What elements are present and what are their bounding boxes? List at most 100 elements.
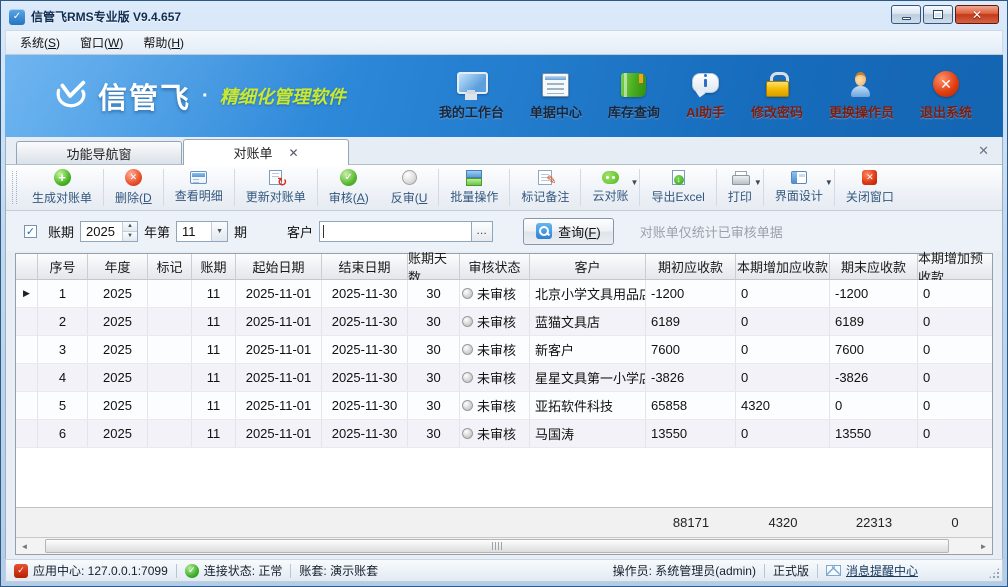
close-button[interactable] — [955, 5, 999, 24]
account-set-status: 账套: 演示账套 — [299, 562, 378, 579]
tab-close-icon[interactable] — [288, 147, 298, 159]
header-customer[interactable]: 客户 — [530, 254, 646, 279]
nav-label: 单据中心 — [530, 102, 582, 121]
header-end-receivable[interactable]: 期末应收款 — [830, 254, 918, 279]
nav-document-center[interactable]: 单据中心 — [517, 69, 595, 125]
header-mark[interactable]: 标记 — [148, 254, 192, 279]
cell-audit-status: 未审核 — [460, 364, 530, 391]
window-title: 信管飞RMS专业版 V9.4.657 — [31, 8, 181, 25]
table-row[interactable]: 4 2025 11 2025-11-01 2025-11-30 30 未审核 星… — [16, 364, 992, 392]
spin-up-icon[interactable]: ▲ — [123, 222, 137, 231]
menu-system[interactable]: 系统(S) — [10, 30, 70, 55]
year-spinner[interactable]: 2025 ▲▼ — [80, 221, 138, 242]
maximize-icon — [933, 10, 943, 19]
generate-statement-button[interactable]: 生成对账单 — [21, 165, 103, 210]
cloud-reconcile-button[interactable]: 云对账 ▼ — [581, 165, 639, 210]
nav-ai-assistant[interactable]: AI助手 — [673, 69, 738, 125]
cell-start-date: 2025-11-01 — [236, 364, 322, 391]
maximize-button[interactable] — [923, 5, 953, 24]
cell-mark — [148, 336, 192, 363]
status-separator — [290, 564, 291, 578]
tab-statement[interactable]: 对账单 — [183, 139, 349, 165]
row-selector-cell[interactable] — [16, 364, 38, 391]
header-seq[interactable]: 序号 — [38, 254, 88, 279]
delete-button[interactable]: 删除(D — [104, 165, 163, 210]
minimize-button[interactable] — [891, 5, 921, 24]
scroll-right-icon[interactable]: ► — [975, 538, 992, 554]
cell-start-date: 2025-11-01 — [236, 280, 322, 307]
unaudited-ball-icon — [462, 288, 473, 299]
cell-increase-prereceive: 0 — [918, 364, 992, 391]
dropdown-arrow-icon[interactable]: ▼ — [631, 178, 639, 187]
mark-remark-button[interactable]: 标记备注 — [510, 165, 580, 210]
header-increase-prereceive[interactable]: 本期增加预收款 — [918, 254, 992, 279]
header-begin-receivable[interactable]: 期初应收款 — [646, 254, 736, 279]
cell-end-date: 2025-11-30 — [322, 364, 408, 391]
print-button[interactable]: 打印 ▼ — [717, 165, 763, 210]
nav-change-password[interactable]: 修改密码 — [738, 68, 816, 125]
table-row[interactable]: 2 2025 11 2025-11-01 2025-11-30 30 未审核 蓝… — [16, 308, 992, 336]
button-label: 关闭窗口 — [846, 188, 894, 205]
total-increase-prereceive: 0 — [918, 515, 992, 530]
menu-help[interactable]: 帮助(H) — [133, 30, 194, 55]
scrollbar-grip-icon — [492, 542, 503, 550]
app-center-text: 应用中心: 127.0.0.1:7099 — [33, 562, 168, 579]
table-row[interactable]: 5 2025 11 2025-11-01 2025-11-30 30 未审核 亚… — [16, 392, 992, 420]
nav-my-workspace[interactable]: 我的工作台 — [426, 68, 517, 125]
period-checkbox[interactable]: ✓ — [24, 225, 37, 238]
table-row[interactable]: 3 2025 11 2025-11-01 2025-11-30 30 未审核 新… — [16, 336, 992, 364]
audit-button[interactable]: 审核(A) — [318, 165, 380, 210]
button-label: 界面设计 — [775, 187, 823, 204]
scrollbar-track[interactable] — [33, 538, 975, 554]
row-selector-cell[interactable] — [16, 308, 38, 335]
status-text: 未审核 — [477, 396, 516, 415]
header-audit-status[interactable]: 审核状态 — [460, 254, 530, 279]
dropdown-arrow-icon[interactable]: ▼ — [754, 178, 762, 187]
menu-window[interactable]: 窗口(W) — [70, 30, 133, 55]
period-select[interactable]: 11 ▼ — [176, 221, 228, 242]
batch-operation-button[interactable]: 批量操作 — [439, 165, 509, 210]
header-period[interactable]: 账期 — [192, 254, 236, 279]
pane-close-icon[interactable] — [978, 144, 989, 157]
customer-input[interactable] — [319, 221, 471, 242]
table-row[interactable]: ▶ 1 2025 11 2025-11-01 2025-11-30 30 未审核… — [16, 280, 992, 308]
row-selector-cell[interactable]: ▶ — [16, 280, 38, 307]
customer-browse-button[interactable]: … — [471, 221, 493, 242]
select-arrow-icon[interactable]: ▼ — [211, 222, 227, 241]
resize-grip[interactable] — [988, 567, 1000, 579]
unaudited-ball-icon — [462, 400, 473, 411]
toolbar-grip[interactable] — [12, 171, 17, 204]
grid-wrapper: 序号 年度 标记 账期 起始日期 结束日期 账期天数 审核状态 客户 期初应收款… — [6, 251, 1002, 559]
query-button[interactable]: 查询(F) — [523, 218, 614, 245]
ui-design-button[interactable]: 界面设计 ▼ — [764, 165, 834, 210]
nav-exit-system[interactable]: 退出系统 — [907, 67, 985, 125]
update-statement-button[interactable]: 更新对账单 — [235, 165, 317, 210]
horizontal-scrollbar[interactable]: ◄ ► — [16, 537, 992, 554]
close-window-button[interactable]: 关闭窗口 — [835, 165, 905, 210]
header-end-date[interactable]: 结束日期 — [322, 254, 408, 279]
header-days[interactable]: 账期天数 — [408, 254, 460, 279]
nav-switch-operator[interactable]: 更换操作员 — [816, 68, 907, 125]
cell-year: 2025 — [88, 308, 148, 335]
header-increase-receivable[interactable]: 本期增加应收款 — [736, 254, 830, 279]
unaudit-button[interactable]: 反审(U — [380, 165, 439, 210]
cell-customer: 星星文具第一小学店 — [530, 364, 646, 391]
header-year[interactable]: 年度 — [88, 254, 148, 279]
row-selector-cell[interactable] — [16, 392, 38, 419]
cell-mark — [148, 308, 192, 335]
spin-down-icon[interactable]: ▼ — [123, 231, 137, 241]
dropdown-arrow-icon[interactable]: ▼ — [825, 178, 833, 187]
cell-increase-receivable: 0 — [736, 420, 830, 447]
row-selector-cell[interactable] — [16, 336, 38, 363]
scroll-left-icon[interactable]: ◄ — [16, 538, 33, 554]
row-selector-cell[interactable] — [16, 420, 38, 447]
view-detail-button[interactable]: 查看明细 — [164, 165, 234, 210]
tab-function-navigator[interactable]: 功能导航窗 — [16, 141, 182, 164]
export-excel-button[interactable]: 导出Excel — [640, 165, 715, 210]
nav-inventory-query[interactable]: 库存查询 — [595, 69, 673, 125]
title-bar: 信管飞RMS专业版 V9.4.657 — [5, 1, 1003, 30]
table-row[interactable]: 6 2025 11 2025-11-01 2025-11-30 30 未审核 马… — [16, 420, 992, 448]
scrollbar-thumb[interactable] — [45, 539, 949, 553]
header-start-date[interactable]: 起始日期 — [236, 254, 322, 279]
message-center-link[interactable]: 消息提醒中心 — [826, 562, 918, 579]
